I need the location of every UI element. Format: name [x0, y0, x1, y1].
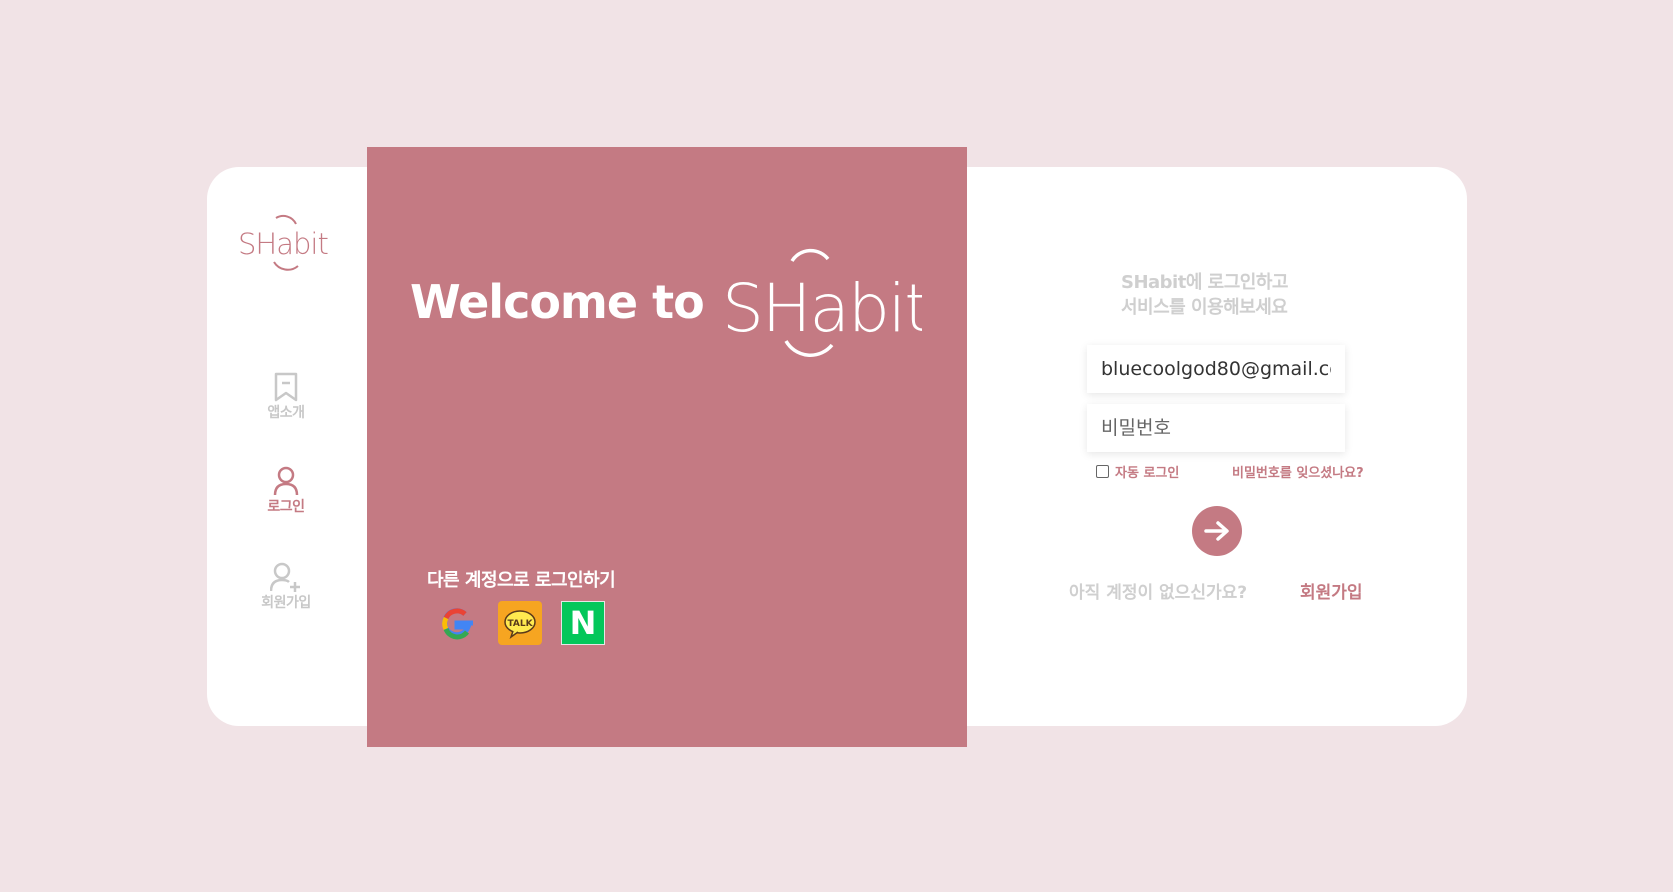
sidebar-logo[interactable]: SHabit: [238, 210, 338, 280]
user-icon: [273, 466, 299, 496]
forgot-password-link[interactable]: 비밀번호를 잊으셨나요?: [1232, 462, 1364, 481]
sidebar-item-login[interactable]: 로그인: [246, 466, 326, 516]
brand-logo-text: SHabit: [722, 270, 922, 347]
sidebar-item-label: 회원가입: [261, 595, 311, 611]
sidebar-item-app-intro[interactable]: 앱소개: [246, 372, 326, 422]
naver-letter: N: [569, 604, 597, 642]
login-submit-button[interactable]: [1192, 506, 1242, 556]
login-intro: SHabit에 로그인하고 서비스를 이용해보세요: [1121, 270, 1288, 320]
kakao-bubble-icon: TALK: [504, 610, 536, 639]
alt-login-title: 다른 계정으로 로그인하기: [427, 570, 616, 591]
login-intro-line2: 서비스를 이용해보세요: [1121, 297, 1288, 318]
auto-login-checkbox[interactable]: [1096, 465, 1109, 478]
user-plus-icon: [270, 562, 300, 592]
naver-icon[interactable]: N: [561, 601, 605, 645]
no-account-text: 아직 계정이 없으신가요?: [1069, 583, 1248, 603]
sidebar-logo-text: SHabit: [238, 227, 328, 261]
signup-link[interactable]: 회원가입: [1300, 578, 1363, 603]
password-field[interactable]: [1087, 404, 1345, 452]
brand-logo: SHabit: [722, 248, 922, 357]
welcome-panel: [367, 147, 967, 747]
arrow-right-icon: [1204, 521, 1229, 541]
welcome-title: Welcome to: [410, 275, 705, 329]
email-field[interactable]: [1087, 345, 1345, 393]
sidebar-item-label: 앱소개: [267, 405, 305, 421]
kakao-badge-text: TALK: [507, 619, 533, 629]
sidebar-item-label: 로그인: [267, 499, 305, 515]
bookmark-icon: [274, 372, 298, 402]
google-icon[interactable]: [435, 601, 479, 645]
kakao-talk-icon[interactable]: TALK: [498, 601, 542, 645]
login-intro-line1: SHabit에 로그인하고: [1121, 272, 1288, 293]
auto-login-option[interactable]: 자동 로그인: [1096, 462, 1179, 481]
auto-login-label: 자동 로그인: [1115, 466, 1180, 481]
sidebar-item-signup[interactable]: 회원가입: [246, 562, 326, 612]
